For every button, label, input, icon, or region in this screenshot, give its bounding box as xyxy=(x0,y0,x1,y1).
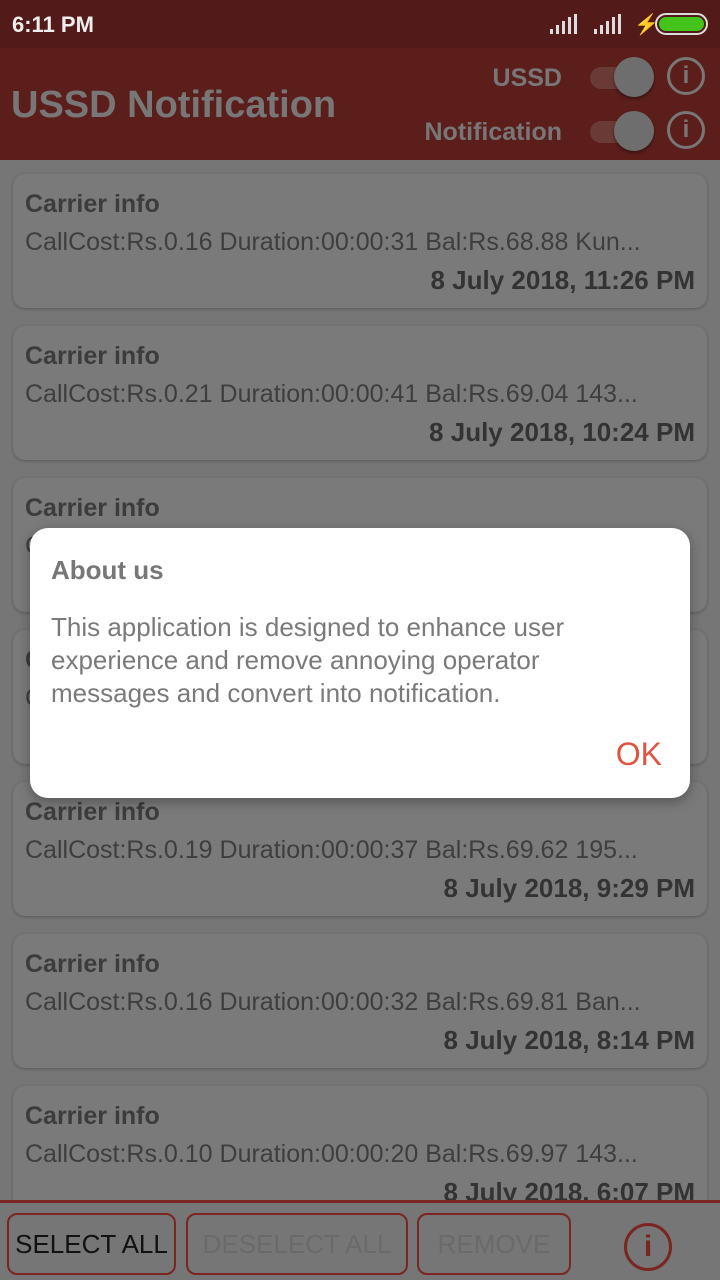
battery-icon xyxy=(655,13,708,35)
list-item[interactable]: Carrier info CallCost:Rs.0.21 Duration:00… xyxy=(13,326,707,460)
info-icon[interactable]: i xyxy=(624,1223,672,1271)
dialog-message: This application is designed to enhance … xyxy=(51,612,565,708)
list-item[interactable]: Carrier info CallCost:Rs.0.16 Duration:00… xyxy=(13,934,707,1068)
item-title: Carrier info xyxy=(25,950,160,978)
item-date: 8 July 2018, 10:24 PM xyxy=(429,417,695,447)
app-header: USSD Notification USSD i Notification i xyxy=(0,48,720,160)
select-all-button[interactable]: SELECT ALL xyxy=(7,1213,176,1275)
bottom-bar: SELECT ALL DESELECT ALL REMOVE i xyxy=(0,1200,720,1280)
item-date: 8 July 2018, 11:26 PM xyxy=(430,265,695,295)
item-title: Carrier info xyxy=(25,494,160,522)
item-body: CallCost:Rs.0.10 Duration:00:00:20 Bal:R… xyxy=(25,1140,638,1168)
ussd-info-icon[interactable]: i xyxy=(667,57,705,95)
item-body: CallCost:Rs.0.16 Duration:00:00:31 Bal:R… xyxy=(25,228,641,256)
app-title: USSD Notification xyxy=(11,84,337,126)
about-dialog: About us This application is designed to… xyxy=(30,528,690,798)
signal-icon xyxy=(550,14,577,34)
item-title: Carrier info xyxy=(25,342,160,370)
list-item[interactable]: Carrier info CallCost:Rs.0.16 Duration:00… xyxy=(13,174,707,308)
ussd-toggle[interactable] xyxy=(590,57,656,97)
ussd-label: USSD xyxy=(492,64,562,92)
notification-toggle[interactable] xyxy=(590,111,656,151)
remove-button[interactable]: REMOVE xyxy=(417,1213,571,1275)
item-title: Carrier info xyxy=(25,190,160,218)
deselect-all-button[interactable]: DESELECT ALL xyxy=(186,1213,408,1275)
signal-icon-2 xyxy=(594,14,621,34)
item-title: Carrier info xyxy=(25,798,160,826)
item-date: 8 July 2018, 8:14 PM xyxy=(443,1025,695,1055)
ok-button[interactable]: OK xyxy=(616,736,662,773)
item-body: CallCost:Rs.0.21 Duration:00:00:41 Bal:R… xyxy=(25,380,638,408)
item-title: Carrier info xyxy=(25,1102,160,1130)
clock: 6:11 PM xyxy=(12,12,94,37)
item-date: 8 July 2018, 9:29 PM xyxy=(443,873,695,903)
item-body: CallCost:Rs.0.19 Duration:00:00:37 Bal:R… xyxy=(25,836,638,864)
item-body: CallCost:Rs.0.16 Duration:00:00:32 Bal:R… xyxy=(25,988,641,1016)
notification-info-icon[interactable]: i xyxy=(667,111,705,149)
status-bar: 6:11 PM ⚡ xyxy=(0,0,720,48)
list-item[interactable]: Carrier info CallCost:Rs.0.19 Duration:00… xyxy=(13,782,707,916)
notification-label: Notification xyxy=(424,118,563,146)
dialog-title: About us xyxy=(51,555,164,585)
